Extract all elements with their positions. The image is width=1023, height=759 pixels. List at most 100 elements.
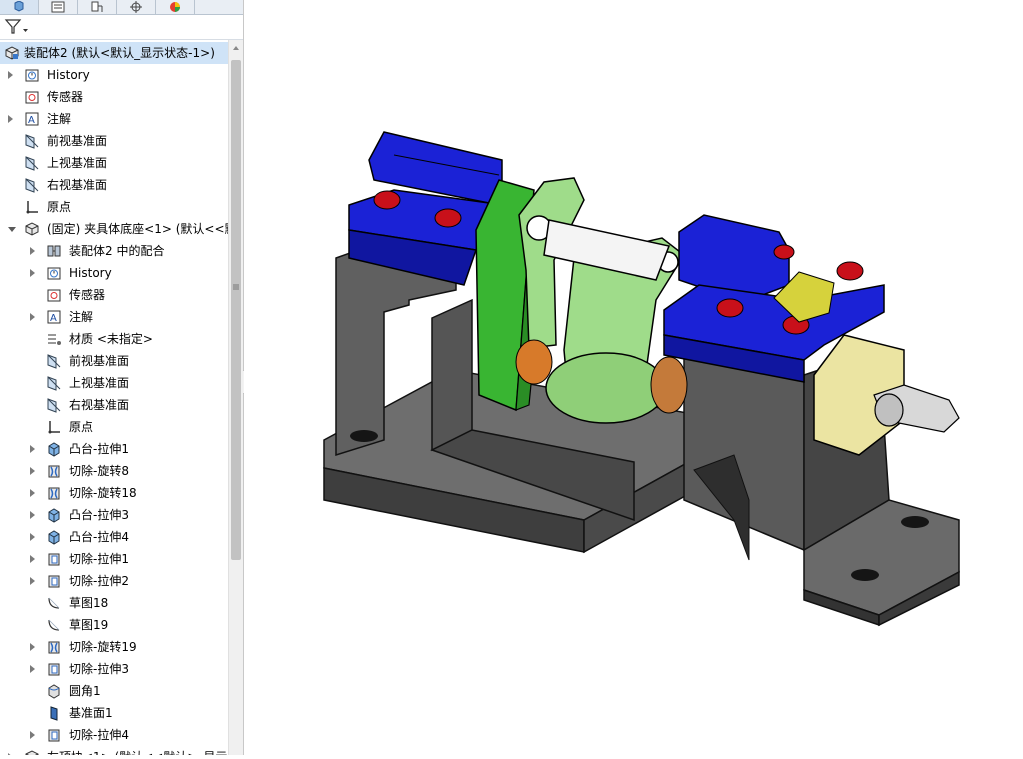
expand-arrow-icon[interactable] <box>30 445 35 453</box>
expand-arrow-icon[interactable] <box>30 269 35 277</box>
tree-item-label: History <box>69 266 112 280</box>
tree-item[interactable]: 凸台-拉伸1 <box>0 438 228 460</box>
tree-item[interactable]: 凸台-拉伸3 <box>0 504 228 526</box>
expand-arrow-icon[interactable] <box>8 71 13 79</box>
push-block[interactable] <box>813 334 960 456</box>
filter-button[interactable] <box>4 18 30 36</box>
tree-item[interactable]: History <box>0 64 228 86</box>
tree-item-label: 右视基准面 <box>47 178 108 192</box>
filter-bar <box>0 15 243 40</box>
cut-extrude-icon <box>48 729 60 742</box>
tree-item[interactable]: 基准面1 <box>0 702 228 724</box>
configuration-manager-icon <box>91 1 103 12</box>
tab-configuration-manager[interactable] <box>78 0 117 14</box>
graphics-area[interactable] <box>244 0 1023 755</box>
tree-item[interactable]: 切除-旋转8 <box>0 460 228 482</box>
boss-extrude-icon <box>48 442 60 457</box>
tree-root-assembly[interactable]: 装配体2 (默认<默认_显示状态-1>) <box>0 42 228 64</box>
tree-item[interactable]: 草图19 <box>0 614 228 636</box>
assembly-model[interactable] <box>244 0 1023 755</box>
boss-extrude-icon <box>48 508 60 523</box>
fillet-icon <box>48 684 60 699</box>
tree-item[interactable]: A 注解 <box>0 306 228 328</box>
annotation-icon: A <box>47 310 61 324</box>
tree-item-label: 原点 <box>69 420 94 434</box>
tree-item[interactable]: 圆角1 <box>0 680 228 702</box>
expand-arrow-icon[interactable] <box>30 511 35 519</box>
tree-item[interactable]: 切除-拉伸1 <box>0 548 228 570</box>
tree-item-label: (固定) 夹具体底座<1> (默认<<默 <box>47 222 228 236</box>
property-manager-icon <box>51 1 65 13</box>
sensor-icon <box>25 91 39 104</box>
expand-arrow-icon[interactable] <box>30 731 35 739</box>
tree-item[interactable]: 切除-旋转19 <box>0 636 228 658</box>
tree-item[interactable]: 左顶块<1> (默认<<默认>_显示 <box>0 746 228 755</box>
scrollbar-thumb[interactable] <box>231 60 241 560</box>
tree-item[interactable]: 右视基准面 <box>0 394 228 416</box>
tree-item-label: 上视基准面 <box>69 376 130 390</box>
expand-arrow-icon[interactable] <box>30 665 35 673</box>
tree-item[interactable]: 前视基准面 <box>0 350 228 372</box>
tree-item[interactable]: 切除-拉伸4 <box>0 724 228 746</box>
cut-revolve-icon <box>48 465 60 478</box>
tree-item[interactable]: 切除-旋转18 <box>0 482 228 504</box>
expand-arrow-icon[interactable] <box>30 313 35 321</box>
grip-icon <box>233 284 239 290</box>
tree-item[interactable]: 前视基准面 <box>0 130 228 152</box>
tree-item[interactable]: 原点 <box>0 416 228 438</box>
tree-item[interactable]: 凸台-拉伸4 <box>0 526 228 548</box>
expand-arrow-icon[interactable] <box>8 115 13 123</box>
manager-tabbar <box>0 0 243 15</box>
expand-arrow-icon[interactable] <box>30 643 35 651</box>
plane-icon <box>25 134 39 149</box>
scroll-up-arrow-icon[interactable] <box>233 46 239 50</box>
tree-item[interactable]: 切除-拉伸2 <box>0 570 228 592</box>
tab-feature-manager[interactable] <box>0 0 39 14</box>
tree-item[interactable]: 装配体2 中的配合 <box>0 240 228 262</box>
sketch-icon <box>48 597 60 609</box>
expand-arrow-icon[interactable] <box>30 555 35 563</box>
svg-text:A: A <box>28 115 35 126</box>
tree-item-label: 前视基准面 <box>47 134 108 148</box>
history-icon <box>47 267 61 280</box>
tree-item[interactable]: 上视基准面 <box>0 152 228 174</box>
history-icon <box>25 69 39 82</box>
mates-icon <box>47 245 61 257</box>
cut-revolve-icon <box>48 487 60 500</box>
tree-item-label: 上视基准面 <box>47 156 108 170</box>
tree-item-label: 圆角1 <box>69 684 101 698</box>
tree-item[interactable]: 传感器 <box>0 284 228 306</box>
tree-item[interactable]: 上视基准面 <box>0 372 228 394</box>
cut-extrude-icon <box>48 575 60 588</box>
tree-item[interactable]: 切除-拉伸3 <box>0 658 228 680</box>
tree-item-label: 基准面1 <box>69 706 113 720</box>
tab-display-manager[interactable] <box>156 0 195 14</box>
expand-arrow-icon[interactable] <box>30 467 35 475</box>
sketch-icon <box>48 619 60 631</box>
tab-property-manager[interactable] <box>39 0 78 14</box>
tree-item[interactable]: 右视基准面 <box>0 174 228 196</box>
tree-item[interactable]: 材质 <未指定> <box>0 328 228 350</box>
boss-extrude-icon <box>48 530 60 545</box>
tree-scrollbar[interactable] <box>228 40 243 755</box>
tree-item[interactable]: 原点 <box>0 196 228 218</box>
expanded-arrow-icon[interactable] <box>8 227 16 232</box>
tree-item[interactable]: 传感器 <box>0 86 228 108</box>
tree-item[interactable]: History <box>0 262 228 284</box>
tree-item-label: 切除-拉伸2 <box>69 574 129 588</box>
part-icon <box>25 750 39 755</box>
tree-item-label: 注解 <box>69 310 94 324</box>
tree-item[interactable]: (固定) 夹具体底座<1> (默认<<默 <box>0 218 228 240</box>
tab-dimxpert-manager[interactable] <box>117 0 156 14</box>
plane-icon <box>47 354 61 369</box>
tree-item[interactable]: A 注解 <box>0 108 228 130</box>
material-icon <box>48 334 61 345</box>
expand-arrow-icon[interactable] <box>30 247 35 255</box>
filter-icon <box>4 19 28 34</box>
tree-item-label: 材质 <未指定> <box>69 332 153 346</box>
expand-arrow-icon[interactable] <box>30 489 35 497</box>
expand-arrow-icon[interactable] <box>30 577 35 585</box>
origin-icon <box>26 201 38 214</box>
tree-item[interactable]: 草图18 <box>0 592 228 614</box>
expand-arrow-icon[interactable] <box>30 533 35 541</box>
